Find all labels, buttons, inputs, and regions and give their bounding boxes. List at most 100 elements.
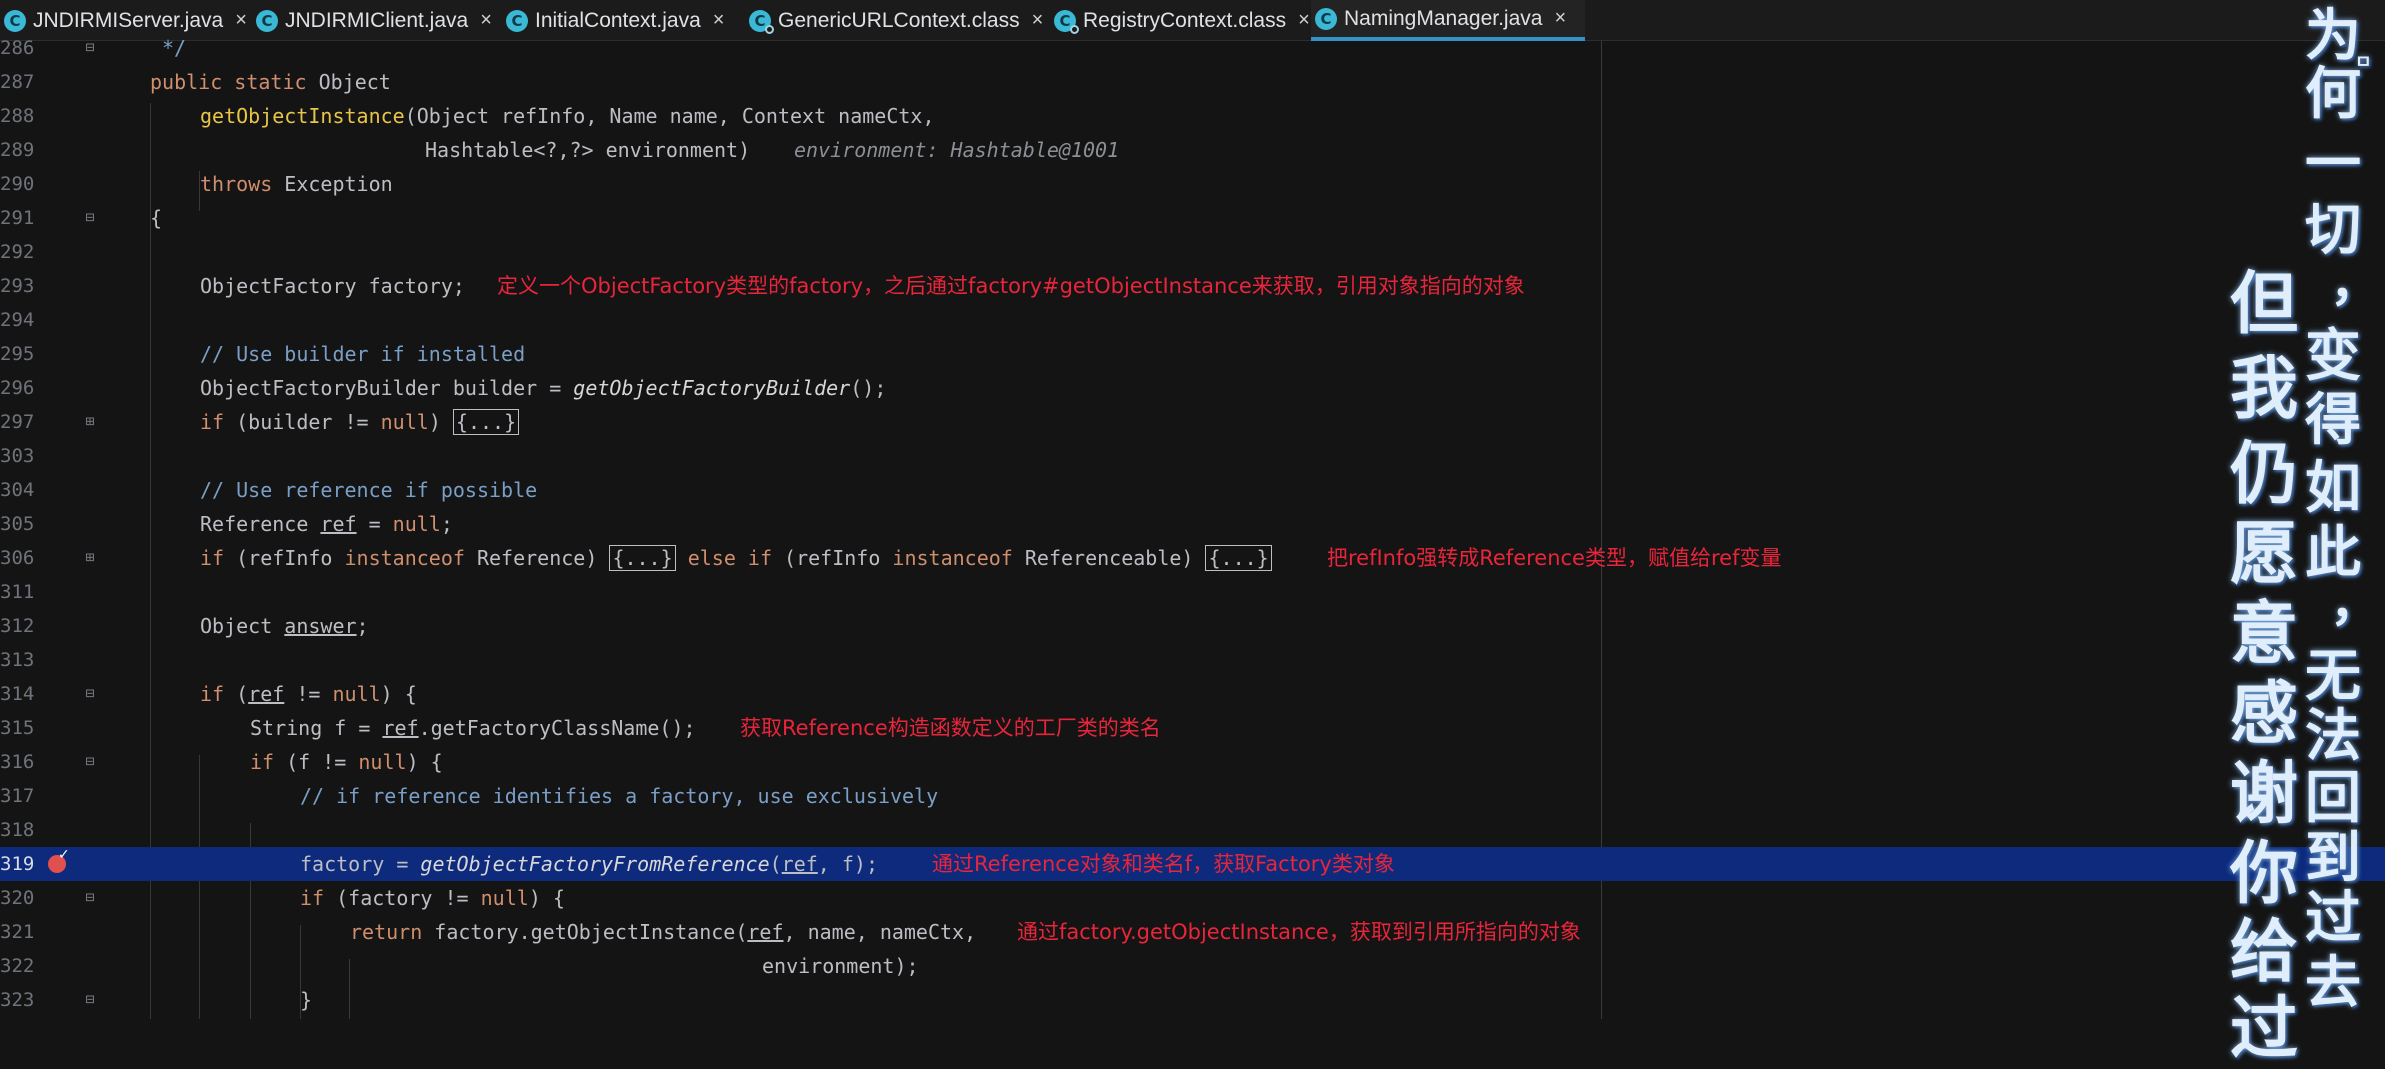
code-segment: , f); bbox=[817, 852, 879, 876]
code-line: 313 bbox=[0, 643, 2385, 677]
method-call: getObjectFactoryFromReference bbox=[420, 852, 770, 876]
variable: ref bbox=[747, 920, 784, 944]
code-segment: ) { bbox=[406, 750, 443, 774]
code-segment: (); bbox=[850, 376, 887, 400]
code-editor[interactable]: 286 ⊟ */ 287 public static Object 288 ge… bbox=[0, 36, 2385, 1019]
line-number: 315 bbox=[0, 717, 35, 739]
code-text: return factory.getObjectInstance(ref, na… bbox=[350, 915, 976, 949]
fold-icon[interactable]: ⊟ bbox=[83, 685, 97, 702]
keyword: if bbox=[250, 750, 275, 774]
line-number: 296 bbox=[0, 377, 35, 399]
fold-end-icon[interactable]: ⊟ bbox=[83, 991, 97, 1008]
code-text: Hashtable<?,?> environment) bbox=[425, 138, 751, 162]
method-call: getObjectFactoryBuilder bbox=[573, 376, 851, 400]
code-text: environment); bbox=[762, 954, 919, 978]
code-line: 287 public static Object bbox=[0, 65, 2385, 99]
breakpoint-icon[interactable] bbox=[48, 847, 70, 873]
close-icon[interactable]: × bbox=[713, 9, 725, 32]
lyrics-overlay: ㅁ 为何一切，变得如此，无法回到过去但我仍愿意感谢你给过 bbox=[2220, 0, 2385, 1063]
line-number: 317 bbox=[0, 785, 35, 807]
keyword: null bbox=[358, 750, 407, 774]
tab-label: GenericURLContext.class bbox=[778, 8, 1020, 32]
code-line: 323 ⊟ } bbox=[0, 983, 2385, 1017]
annotation-note: 获取Reference构造函数定义的工厂类的类名 bbox=[740, 716, 1161, 740]
unfold-icon[interactable]: ⊞ bbox=[83, 549, 97, 566]
code-text: throws Exception bbox=[200, 167, 393, 201]
line-number: 318 bbox=[0, 819, 35, 841]
code-segment: != bbox=[284, 682, 333, 706]
close-icon[interactable]: × bbox=[235, 9, 247, 32]
line-number: 314 bbox=[0, 683, 35, 705]
close-icon[interactable]: × bbox=[1298, 9, 1310, 32]
code-segment: ; bbox=[440, 512, 453, 536]
line-number: 293 bbox=[0, 275, 35, 297]
code-line: 316 ⊟ if (f != null) { bbox=[0, 745, 2385, 779]
java-class-icon: C bbox=[4, 9, 26, 32]
line-number: 287 bbox=[0, 71, 35, 93]
close-icon[interactable]: × bbox=[480, 9, 492, 32]
code-line: 315 String f = ref.getFactoryClassName()… bbox=[0, 711, 2385, 745]
fold-icon[interactable]: ⊟ bbox=[83, 209, 97, 226]
code-line: 286 ⊟ */ bbox=[0, 31, 2385, 65]
tab-label: InitialContext.java bbox=[535, 8, 701, 32]
line-number: 323 bbox=[0, 989, 35, 1011]
lyric-char: 如 bbox=[2305, 455, 2361, 521]
line-number: 290 bbox=[0, 173, 35, 195]
fold-end-icon[interactable]: ⊟ bbox=[83, 39, 97, 56]
code-segment: Referenceable) bbox=[1012, 546, 1206, 570]
close-icon[interactable]: × bbox=[1554, 7, 1566, 30]
folded-block[interactable]: {...} bbox=[609, 545, 676, 571]
code-segment: ObjectFactoryBuilder builder = bbox=[200, 376, 574, 400]
code-segment: (factory != bbox=[324, 886, 481, 910]
line-number: 304 bbox=[0, 479, 35, 501]
tab-label: JNDIRMIServer.java bbox=[33, 8, 224, 32]
code-line: 321 return factory.getObjectInstance(ref… bbox=[0, 915, 2385, 949]
close-icon[interactable]: × bbox=[1032, 9, 1044, 32]
line-number: 295 bbox=[0, 343, 35, 365]
line-number: 286 bbox=[0, 37, 35, 59]
fold-icon[interactable]: ⊟ bbox=[83, 889, 97, 906]
unfold-icon[interactable]: ⊞ bbox=[83, 413, 97, 430]
lyric-char: 回 bbox=[2305, 765, 2361, 831]
code-line: 288 getObjectInstance(Object refInfo, Na… bbox=[0, 99, 2385, 133]
code-line: 317 // if reference identifies a factory… bbox=[0, 779, 2385, 813]
folded-block[interactable]: {...} bbox=[1205, 545, 1272, 571]
code-segment: (refInfo bbox=[224, 546, 345, 570]
code-segment: ; bbox=[356, 614, 369, 638]
code-text: Reference ref = null; bbox=[200, 507, 453, 541]
line-number: 316 bbox=[0, 751, 35, 773]
java-class-icon: C bbox=[1315, 7, 1337, 30]
keyword: null bbox=[380, 410, 429, 434]
lyric-char: 为 bbox=[2305, 3, 2361, 69]
lyric-char: 一 bbox=[2305, 131, 2361, 197]
annotation-note: 通过Reference对象和类名f，获取Factory类对象 bbox=[932, 852, 1395, 876]
code-line: 290 throws Exception bbox=[0, 167, 2385, 201]
line-number: 292 bbox=[0, 241, 35, 263]
keyword: public static bbox=[150, 70, 307, 94]
variable: ref bbox=[382, 716, 419, 740]
line-number: 303 bbox=[0, 445, 35, 467]
lyric-char: 意 bbox=[2230, 594, 2299, 674]
code-segment: ( bbox=[224, 682, 249, 706]
keyword: if bbox=[200, 682, 225, 706]
parameters: (Object refInfo, Name name, Context name… bbox=[404, 104, 935, 128]
folded-block[interactable]: {...} bbox=[452, 409, 520, 435]
code-line: 318 bbox=[0, 813, 2385, 847]
code-line: 297 ⊞ if (builder != null) {...} bbox=[0, 405, 2385, 439]
code-segment: factory = bbox=[300, 852, 421, 876]
code-text: { bbox=[150, 206, 163, 230]
code-line: 304 // Use reference if possible bbox=[0, 473, 2385, 507]
type-name: Exception bbox=[272, 172, 393, 196]
code-text: getObjectInstance(Object refInfo, Name n… bbox=[200, 99, 935, 133]
code-segment: ) bbox=[428, 410, 453, 434]
code-segment: ( bbox=[769, 852, 782, 876]
code-text: } bbox=[300, 988, 313, 1012]
code-line: 291 ⊟ { bbox=[0, 201, 2385, 235]
lyric-char: 过 bbox=[2230, 989, 2299, 1069]
lyric-char: 切 bbox=[2305, 197, 2361, 263]
keyword: instanceof bbox=[892, 546, 1013, 570]
line-number: 294 bbox=[0, 309, 35, 331]
fold-icon[interactable]: ⊟ bbox=[83, 753, 97, 770]
code-text: if (factory != null) { bbox=[300, 881, 565, 915]
variable: ref bbox=[781, 852, 818, 876]
